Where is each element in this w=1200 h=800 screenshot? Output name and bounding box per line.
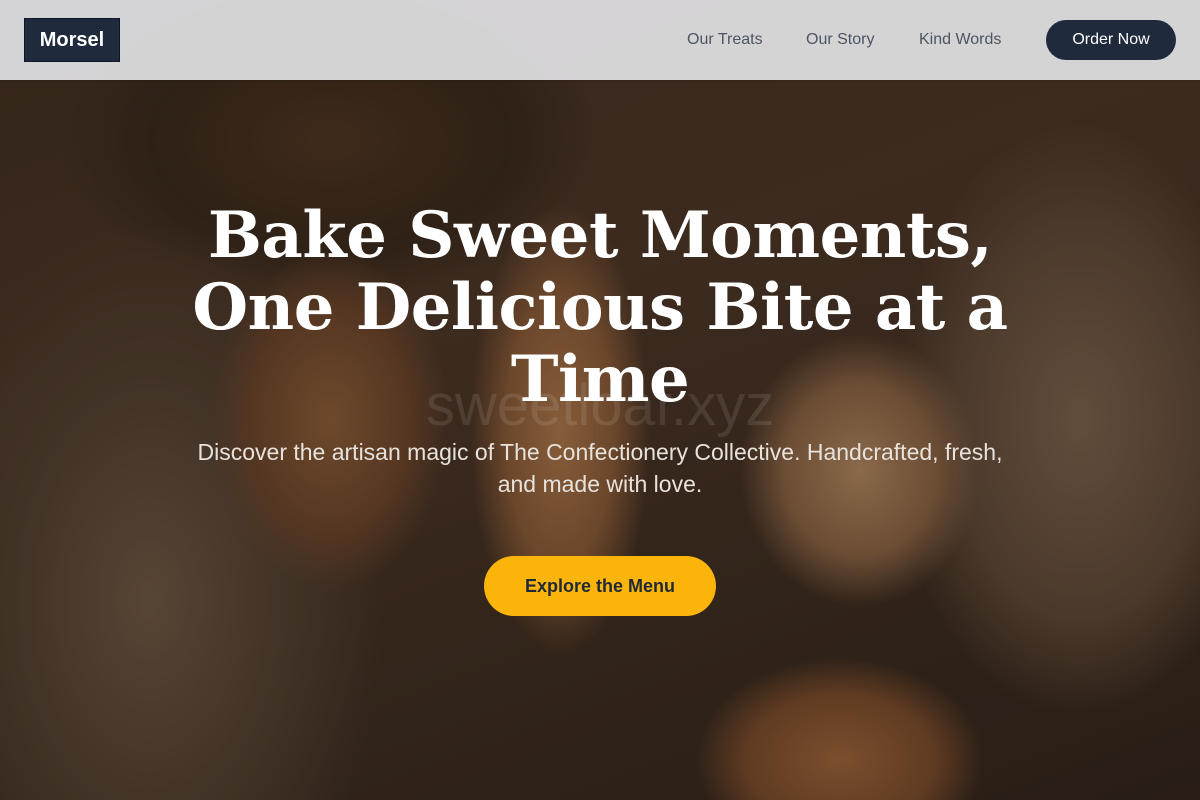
hero-section: Bake Sweet Moments, One Delicious Bite a…	[150, 200, 1050, 616]
site-header: Morsel Our Treats Our Story Kind Words O…	[0, 0, 1200, 80]
brand-logo[interactable]: Morsel	[24, 18, 120, 62]
nav-link-kind-words[interactable]: Kind Words	[919, 28, 1001, 52]
explore-menu-button[interactable]: Explore the Menu	[484, 556, 716, 616]
hero-title: Bake Sweet Moments, One Delicious Bite a…	[192, 198, 1008, 417]
hero-subtitle: Discover the artisan magic of The Confec…	[197, 439, 1003, 497]
nav-link-our-story[interactable]: Our Story	[806, 28, 874, 52]
nav-link-our-treats[interactable]: Our Treats	[687, 28, 763, 52]
order-now-button[interactable]: Order Now	[1046, 20, 1176, 60]
